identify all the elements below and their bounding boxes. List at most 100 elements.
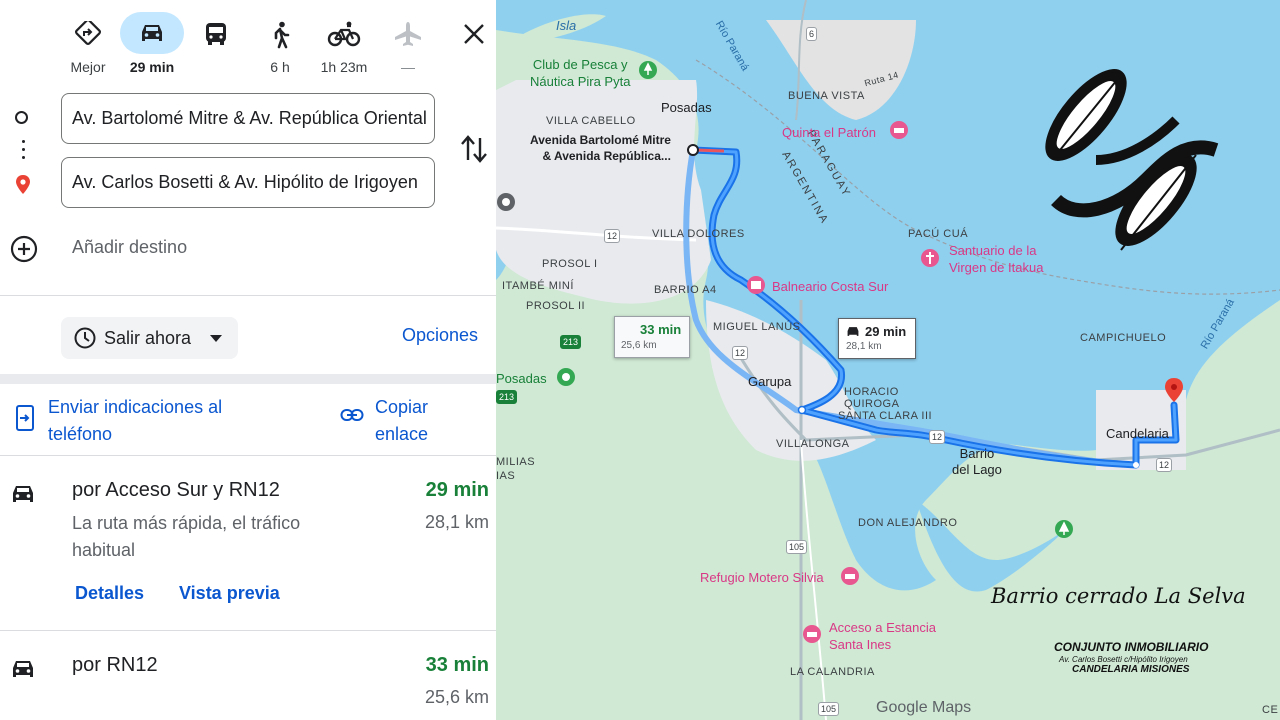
connector-dot bbox=[22, 140, 25, 143]
options-button[interactable]: Opciones bbox=[402, 325, 478, 346]
car-icon bbox=[9, 657, 37, 686]
origin-field[interactable] bbox=[61, 93, 435, 144]
send-to-phone-link[interactable]: Enviar indicaciones al teléfono bbox=[48, 394, 278, 448]
map-label-neighborhood: QUIROGA bbox=[844, 398, 900, 410]
swap-icon bbox=[461, 135, 487, 163]
map-label-city: Posadas bbox=[496, 371, 547, 386]
route-distance: 28,1 km bbox=[424, 512, 489, 532]
bike-icon bbox=[312, 12, 376, 54]
plane-icon bbox=[376, 12, 440, 54]
poi-label: Refugio Motero Silvia bbox=[700, 570, 824, 585]
add-destination-label[interactable]: Añadir destino bbox=[72, 237, 187, 258]
map-label-neighborhood: PROSOL II bbox=[526, 300, 586, 312]
directions-panel: Mejor 29 min 6 h 1h 23m — Av. Bartolomé … bbox=[0, 0, 496, 720]
connector-dot bbox=[22, 156, 25, 159]
road-shield: 213 bbox=[496, 390, 518, 404]
map-label-neighborhood: CE bbox=[1262, 704, 1279, 716]
place-icon bbox=[497, 193, 515, 211]
poi-label: Santuario de la Virgen de Itakua bbox=[949, 243, 1044, 275]
caret-down-icon bbox=[210, 335, 222, 342]
destination-field[interactable] bbox=[61, 157, 435, 208]
mode-flight[interactable]: — bbox=[376, 12, 440, 76]
map-origin-label: Avenida Bartolomé Mitre & Avenida Repúbl… bbox=[530, 133, 671, 163]
close-button[interactable] bbox=[458, 18, 490, 50]
destination-input[interactable] bbox=[62, 158, 432, 207]
map-label-neighborhood: BUENA VISTA bbox=[788, 90, 865, 102]
depart-time-dropdown[interactable]: Salir ahora bbox=[61, 317, 238, 359]
car-icon bbox=[9, 482, 37, 511]
map-label-neighborhood: VILLA CABELLO bbox=[546, 115, 636, 127]
road-shield: 12 bbox=[929, 430, 946, 444]
mode-bike-label: 1h 23m bbox=[320, 59, 368, 75]
watermark-line: CANDELARIA MISIONES bbox=[1072, 664, 1190, 675]
road-shield: 6 bbox=[806, 27, 818, 41]
map-label-neighborhood: ITAMBÉ MINÍ bbox=[502, 280, 574, 292]
park-icon bbox=[639, 61, 657, 79]
mode-walk-label: 6 h bbox=[270, 59, 290, 75]
callout-time: 33 min bbox=[640, 322, 682, 337]
map-label-neighborhood: PROSOL I bbox=[542, 258, 598, 270]
road-shield: 12 bbox=[604, 229, 621, 243]
add-circle-icon bbox=[10, 235, 38, 263]
map-label-neighborhood: VILLALONGA bbox=[776, 438, 850, 450]
map-label-neighborhood: CAMPICHUELO bbox=[1080, 332, 1167, 344]
link-icon[interactable] bbox=[340, 407, 364, 428]
section-divider bbox=[0, 374, 496, 384]
route-time: 29 min bbox=[425, 479, 489, 501]
poi-label: Club de Pesca y Náutica Pira Pyta bbox=[530, 57, 631, 89]
mode-transit[interactable] bbox=[184, 12, 248, 76]
route-preview-button[interactable]: Vista previa bbox=[179, 583, 280, 604]
road-shield: 12 bbox=[732, 346, 749, 360]
mode-flight-label: — bbox=[401, 59, 415, 75]
add-destination-button[interactable] bbox=[9, 234, 39, 269]
mode-best[interactable]: Mejor bbox=[56, 12, 120, 76]
alt-route-callout[interactable]: 33 min 25,6 km bbox=[614, 316, 690, 358]
send-to-phone-icon[interactable] bbox=[15, 404, 35, 437]
map-label-city: Candelaria bbox=[1106, 426, 1169, 441]
beach-icon bbox=[747, 276, 765, 294]
divider bbox=[0, 295, 496, 296]
close-icon bbox=[464, 24, 484, 44]
copy-link-button[interactable]: Copiar enlace bbox=[375, 394, 475, 448]
route-title: por Acceso Sur y RN12 bbox=[72, 479, 280, 501]
route-description: La ruta más rápida, el tráfico habitual bbox=[72, 513, 301, 560]
mode-walk[interactable]: 6 h bbox=[248, 12, 312, 76]
main-route-callout[interactable]: 29 min 28,1 km bbox=[838, 318, 916, 359]
map-label-neighborhood: PACÚ CUÁ bbox=[908, 228, 969, 240]
lodging-icon bbox=[890, 121, 908, 139]
road-shield: 12 bbox=[1156, 458, 1173, 472]
route-title: por RN12 bbox=[72, 654, 158, 676]
watermark-line: Av. Carlos Bosetti c/Hipólito Irigoyen bbox=[1059, 655, 1188, 664]
swap-button[interactable] bbox=[459, 132, 489, 166]
divider bbox=[0, 630, 496, 631]
destination-pin-icon bbox=[14, 174, 32, 201]
route-details-button[interactable]: Detalles bbox=[75, 583, 144, 604]
tree-icon bbox=[1055, 520, 1073, 538]
origin-marker-icon bbox=[15, 111, 28, 124]
depart-time-label: Salir ahora bbox=[104, 328, 192, 348]
map-label-neighborhood: BARRIO A4 bbox=[654, 284, 717, 296]
poi-label: Balneario Costa Sur bbox=[772, 279, 889, 294]
map-label-neighborhood: SANTA CLARA III bbox=[838, 410, 933, 422]
map-label-island: Isla bbox=[556, 18, 577, 33]
google-maps-logo: Google Maps bbox=[876, 699, 972, 716]
origin-input[interactable] bbox=[62, 94, 432, 143]
route-distance: 25,6 km bbox=[424, 687, 489, 707]
map-base bbox=[496, 0, 1280, 720]
mode-best-label: Mejor bbox=[70, 59, 106, 75]
watermark-title: Barrio cerrado La Selva bbox=[991, 584, 1246, 608]
best-route-icon bbox=[56, 12, 120, 54]
lodging-icon bbox=[803, 625, 821, 643]
callout-time: 29 min bbox=[865, 324, 907, 339]
mode-car[interactable]: 29 min bbox=[120, 12, 184, 76]
callout-distance: 25,6 km bbox=[621, 340, 657, 351]
mode-bike[interactable]: 1h 23m bbox=[312, 12, 376, 76]
map-label-neighborhood: MILIAS bbox=[496, 456, 536, 468]
map-canvas[interactable]: Isla Río Paraná Río Paraná PARAGUAY ARGE… bbox=[496, 0, 1280, 720]
car-icon bbox=[120, 12, 184, 54]
route-time: 33 min bbox=[425, 654, 489, 676]
map-label-neighborhood: VILLA DOLORES bbox=[652, 228, 745, 240]
church-icon bbox=[921, 249, 939, 267]
place-icon bbox=[557, 368, 575, 386]
map-label-neighborhood: DON ALEJANDRO bbox=[858, 517, 958, 529]
